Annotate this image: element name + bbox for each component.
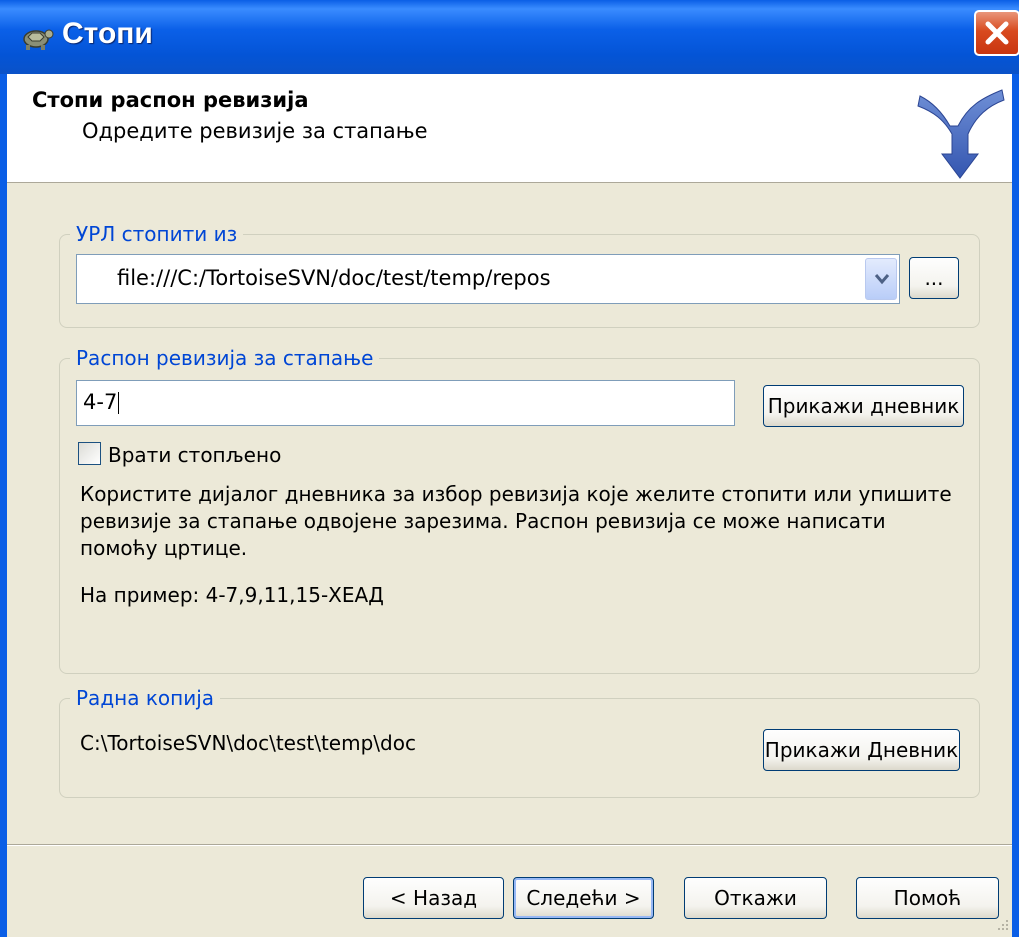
back-button[interactable]: < Назад [363,877,504,919]
close-icon [985,21,1009,45]
close-button[interactable] [974,10,1019,56]
show-log-button[interactable]: Прикажи дневник [763,385,964,427]
url-combobox[interactable]: file:///C:/TortoiseSVN/doc/test/temp/rep… [76,254,900,304]
tortoise-app-icon [23,29,54,50]
window-title: Стопи [62,17,153,50]
title-bar[interactable]: Стопи [0,0,1019,74]
next-button[interactable]: Следећи > [513,877,654,919]
page-title: Стопи распон ревизија [32,88,309,112]
revision-range-input[interactable]: 4-7 [76,380,735,426]
reverse-merge-checkbox[interactable] [78,442,101,465]
reverse-merge-label[interactable]: Врати стопљено [108,443,281,467]
tortoisesvn-merge-icon [917,89,1005,179]
page-subtitle: Одредите ревизије за стапање [82,119,428,143]
url-group-legend: УРЛ стопити из [76,222,238,246]
wizard-header: Стопи распон ревизија Одредите ревизије … [7,74,1012,183]
cancel-button[interactable]: Откажи [684,877,827,919]
revision-range-legend: Распон ревизија за стапање [76,346,374,370]
merge-dialog-window: Стопи Стопи распон ревизија Одредите рев… [0,0,1019,937]
working-copy-legend: Радна копија [76,686,215,710]
help-button[interactable]: Помоћ [856,877,999,919]
url-dropdown-button[interactable] [865,258,897,300]
revision-range-example: На пример: 4-7,9,11,15-ХЕАД [80,583,384,607]
footer-separator [7,844,1012,846]
text-caret [118,392,120,414]
window-frame-right [1012,74,1019,937]
url-value: file:///C:/TortoiseSVN/doc/test/temp/rep… [117,266,551,290]
revision-range-value: 4-7 [83,390,120,414]
browse-url-button[interactable]: ... [909,257,959,299]
chevron-down-icon [874,274,890,285]
window-frame-left [0,74,7,937]
working-copy-path: C:\TortoiseSVN\doc\test\temp\doc [80,731,416,755]
resize-grip-icon[interactable] [996,918,1010,932]
show-wc-log-button[interactable]: Прикажи Дневник [763,729,960,771]
revision-range-description: Користите дијалог дневника за избор реви… [80,482,952,560]
